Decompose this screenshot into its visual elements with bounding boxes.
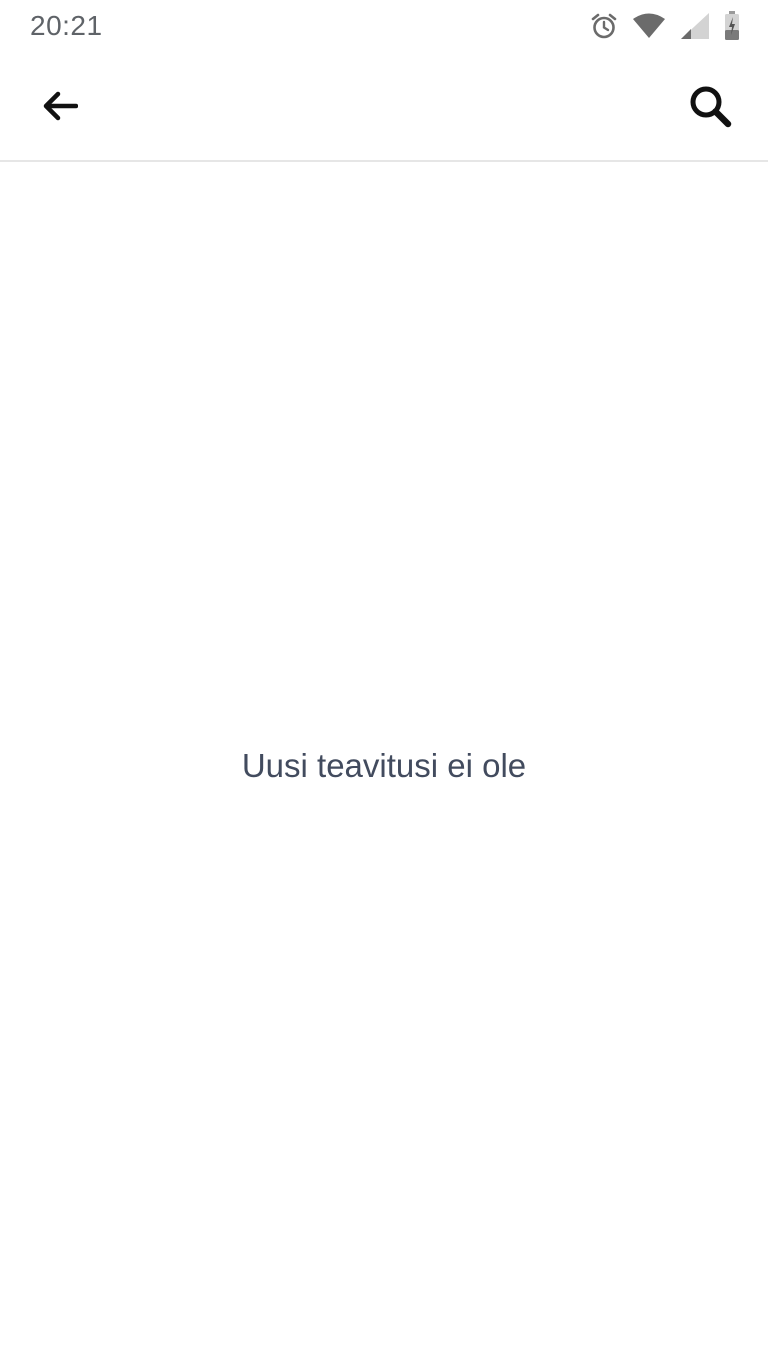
- app-bar: [0, 52, 768, 162]
- wifi-icon: [633, 13, 665, 38]
- cell-signal-icon: [681, 13, 709, 39]
- status-bar: 20:21: [0, 0, 768, 52]
- empty-state-message: Uusi teavitusi ei ole: [241, 747, 527, 784]
- search-button[interactable]: [680, 76, 740, 136]
- search-icon: [690, 86, 732, 128]
- back-button[interactable]: [30, 76, 90, 136]
- arrow-left-icon: [43, 91, 78, 121]
- status-time: 20:21: [30, 10, 103, 41]
- battery-charging-icon: [725, 11, 739, 40]
- status-icons: [576, 10, 740, 42]
- alarm-icon: [591, 13, 617, 39]
